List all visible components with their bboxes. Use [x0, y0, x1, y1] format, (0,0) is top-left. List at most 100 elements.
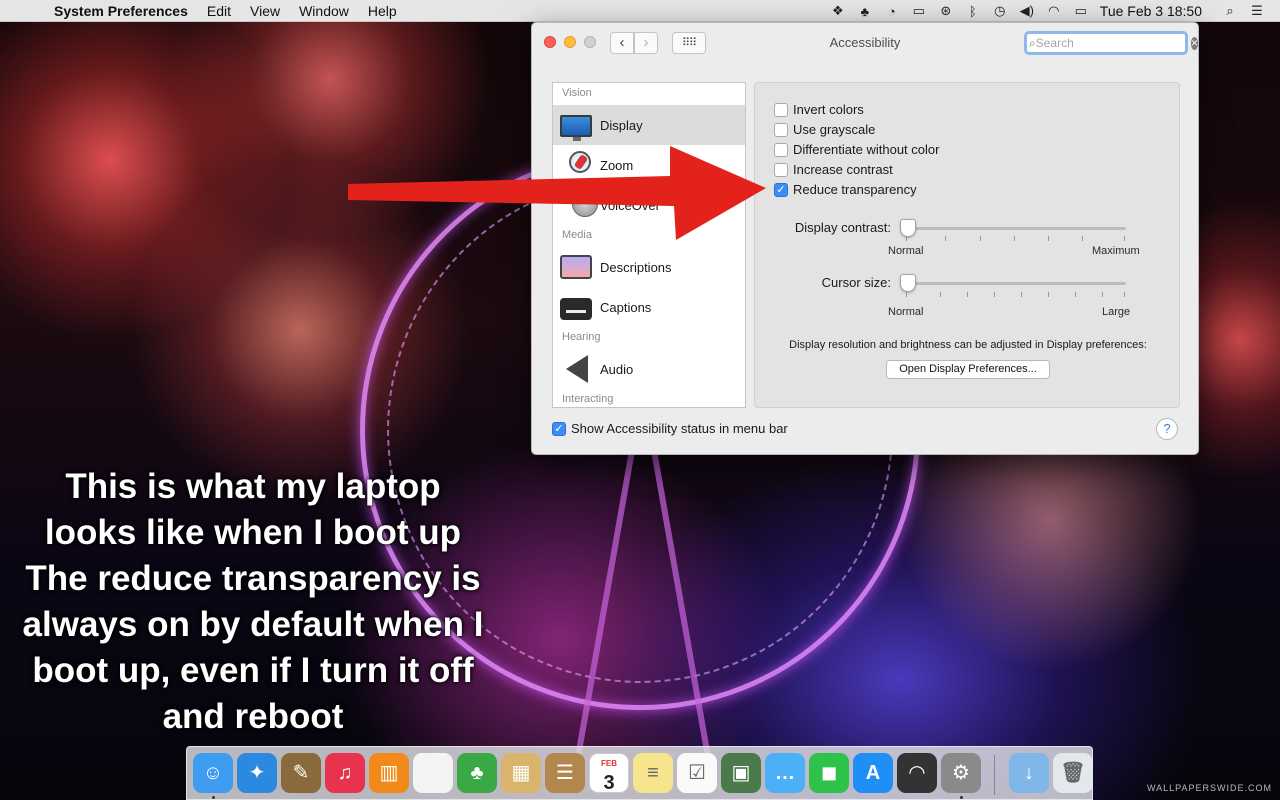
slider-tick [940, 292, 941, 297]
finder-icon[interactable]: ☺ [193, 753, 233, 793]
app-store-icon[interactable]: A [853, 753, 893, 793]
caption-line: boot up, even if I turn it off [32, 651, 474, 690]
running-indicator [960, 796, 963, 799]
audio-icon [566, 355, 588, 383]
volume-icon[interactable]: ◀) [1016, 3, 1038, 19]
help-button[interactable]: ? [1156, 418, 1178, 440]
cursor-size-slider[interactable] [902, 282, 1126, 285]
sidebar-item-captions[interactable]: Captions [553, 287, 745, 327]
notes-icon[interactable]: ≡ [633, 753, 673, 793]
messages-icon[interactable]: … [765, 753, 805, 793]
preview-icon[interactable]: ▦ [501, 753, 541, 793]
dock: ☺ ✦ ✎ ♫ ▥ ♣ ▦ ☰ FEB 3 ≡ ☑ ▣… ◼ A ◠ ⚙ ↓ 🗑 [186, 746, 1093, 800]
minimize-button[interactable] [564, 36, 576, 48]
clear-search-icon[interactable]: ✕ [1190, 36, 1199, 50]
back-button[interactable]: ‹ [610, 32, 634, 54]
slider-tick [967, 292, 968, 297]
display-contrast-max-label: Maximum [1092, 245, 1140, 257]
facetime-icon[interactable]: ◼ [809, 753, 849, 793]
notification-center-icon[interactable]: ☰ [1246, 3, 1268, 19]
menu-clock[interactable]: Tue Feb 3 18:50 [1100, 3, 1202, 19]
increase-contrast-checkbox[interactable] [774, 162, 788, 177]
window-title: Accessibility [829, 35, 901, 50]
wifi-icon[interactable]: ◠ [1043, 3, 1065, 19]
display-icon [560, 115, 592, 141]
differentiate-without-color-option[interactable]: Differentiate without color [774, 142, 939, 157]
search-box[interactable]: ⌕ ✕ [1024, 31, 1199, 55]
safari-icon[interactable]: ✦ [237, 753, 277, 793]
caption-line: The reduce transparency is [25, 559, 481, 598]
downloads-icon[interactable]: ↓ [1009, 753, 1049, 793]
calendar-icon[interactable]: FEB 3 [589, 753, 629, 794]
show-all-button[interactable]: ⠿⠿ [672, 32, 706, 54]
search-input[interactable] [1035, 35, 1191, 51]
caption-line: looks like when I boot up [44, 513, 462, 552]
system-preferences-icon[interactable]: ⚙ [941, 753, 981, 793]
watermark: WALLPAPERSWIDE.COM [1146, 783, 1272, 793]
slider-tick [1124, 236, 1125, 241]
use-grayscale-option[interactable]: Use grayscale [774, 122, 875, 137]
close-button[interactable] [544, 36, 556, 48]
slider-tick [1102, 292, 1103, 297]
evernote-icon[interactable]: ♣ [457, 753, 497, 793]
reduce-transparency-option[interactable]: ✓ Reduce transparency [774, 182, 917, 197]
itunes-icon[interactable]: ♫ [325, 753, 365, 793]
dropbox-icon[interactable]: ❖ [827, 3, 849, 19]
airport-utility-icon[interactable]: ◠ [897, 753, 937, 793]
title-bar[interactable]: ‹ › ⠿⠿ Accessibility ⌕ ✕ [532, 23, 1199, 63]
sidebar-item-descriptions[interactable]: Descriptions [553, 247, 745, 287]
open-display-preferences-button[interactable]: Open Display Preferences... [886, 360, 1050, 379]
reduce-transparency-checkbox[interactable]: ✓ [774, 182, 788, 197]
spotlight-icon[interactable]: ⌕ [1219, 3, 1241, 19]
option-label: Use grayscale [793, 122, 876, 137]
cursor-size-thumb[interactable] [900, 274, 916, 292]
time-machine-icon[interactable]: ◷ [989, 3, 1011, 19]
trash-icon[interactable]: 🗑 [1053, 753, 1093, 793]
category-sidebar: Vision Display Zoom VoiceOver Media Desc… [552, 82, 746, 408]
preview-photo-icon[interactable]: ✎ [281, 753, 321, 793]
display-contrast-thumb[interactable] [900, 219, 916, 237]
sidebar-item-label: Audio [600, 361, 634, 377]
calendar-month: FEB [601, 759, 617, 768]
evernote-icon[interactable]: ♣ [854, 4, 876, 19]
descriptions-icon [560, 255, 592, 279]
slider-tick [1048, 236, 1049, 241]
menu-edit[interactable]: Edit [207, 3, 231, 19]
show-status-option[interactable]: ✓ Show Accessibility status in menu bar [552, 421, 788, 436]
menu-view[interactable]: View [250, 3, 280, 19]
show-status-label: Show Accessibility status in menu bar [571, 421, 788, 436]
slider-tick [945, 236, 946, 241]
slider-tick [1014, 236, 1015, 241]
sidebar-item-display[interactable]: Display [553, 105, 745, 145]
contacts-icon[interactable]: ☰ [545, 753, 585, 793]
iphoto-icon[interactable]: ▣ [721, 753, 761, 793]
menu-window[interactable]: Window [299, 3, 349, 19]
invert-colors-checkbox[interactable] [774, 102, 788, 117]
sidebar-item-audio[interactable]: Audio [553, 349, 745, 389]
display-contrast-slider[interactable] [902, 227, 1126, 230]
airplay-icon[interactable]: ▭ [908, 3, 930, 19]
bluetooth-icon[interactable]: ᛒ [962, 4, 984, 19]
menu-help[interactable]: Help [368, 3, 397, 19]
slider-tick [1048, 292, 1049, 297]
sidebar-header-interacting: Interacting [562, 393, 614, 405]
increase-contrast-option[interactable]: Increase contrast [774, 162, 893, 177]
invert-colors-option[interactable]: Invert colors [774, 102, 864, 117]
option-label: Invert colors [793, 102, 864, 117]
reminders-icon[interactable]: ☑ [677, 753, 717, 793]
zoom-button[interactable] [584, 36, 596, 48]
differentiate-without-color-checkbox[interactable] [774, 142, 788, 157]
cursor-size-label: Cursor size: [821, 275, 891, 290]
forward-button[interactable]: › [634, 32, 658, 54]
app-menu[interactable]: System Preferences [54, 3, 188, 19]
disk-icon[interactable]: ◔ [881, 4, 903, 19]
battery-icon[interactable]: ▭ [1070, 3, 1092, 19]
slider-tick [1021, 292, 1022, 297]
use-grayscale-checkbox[interactable] [774, 122, 788, 137]
option-label: Reduce transparency [793, 182, 917, 197]
textedit-icon[interactable] [413, 753, 453, 793]
ibooks-icon[interactable]: ▥ [369, 753, 409, 793]
display-settings-panel: Invert colors Use grayscale Differentiat… [754, 82, 1180, 408]
accessibility-icon[interactable]: ⊛ [935, 3, 957, 19]
show-status-checkbox[interactable]: ✓ [552, 421, 566, 436]
